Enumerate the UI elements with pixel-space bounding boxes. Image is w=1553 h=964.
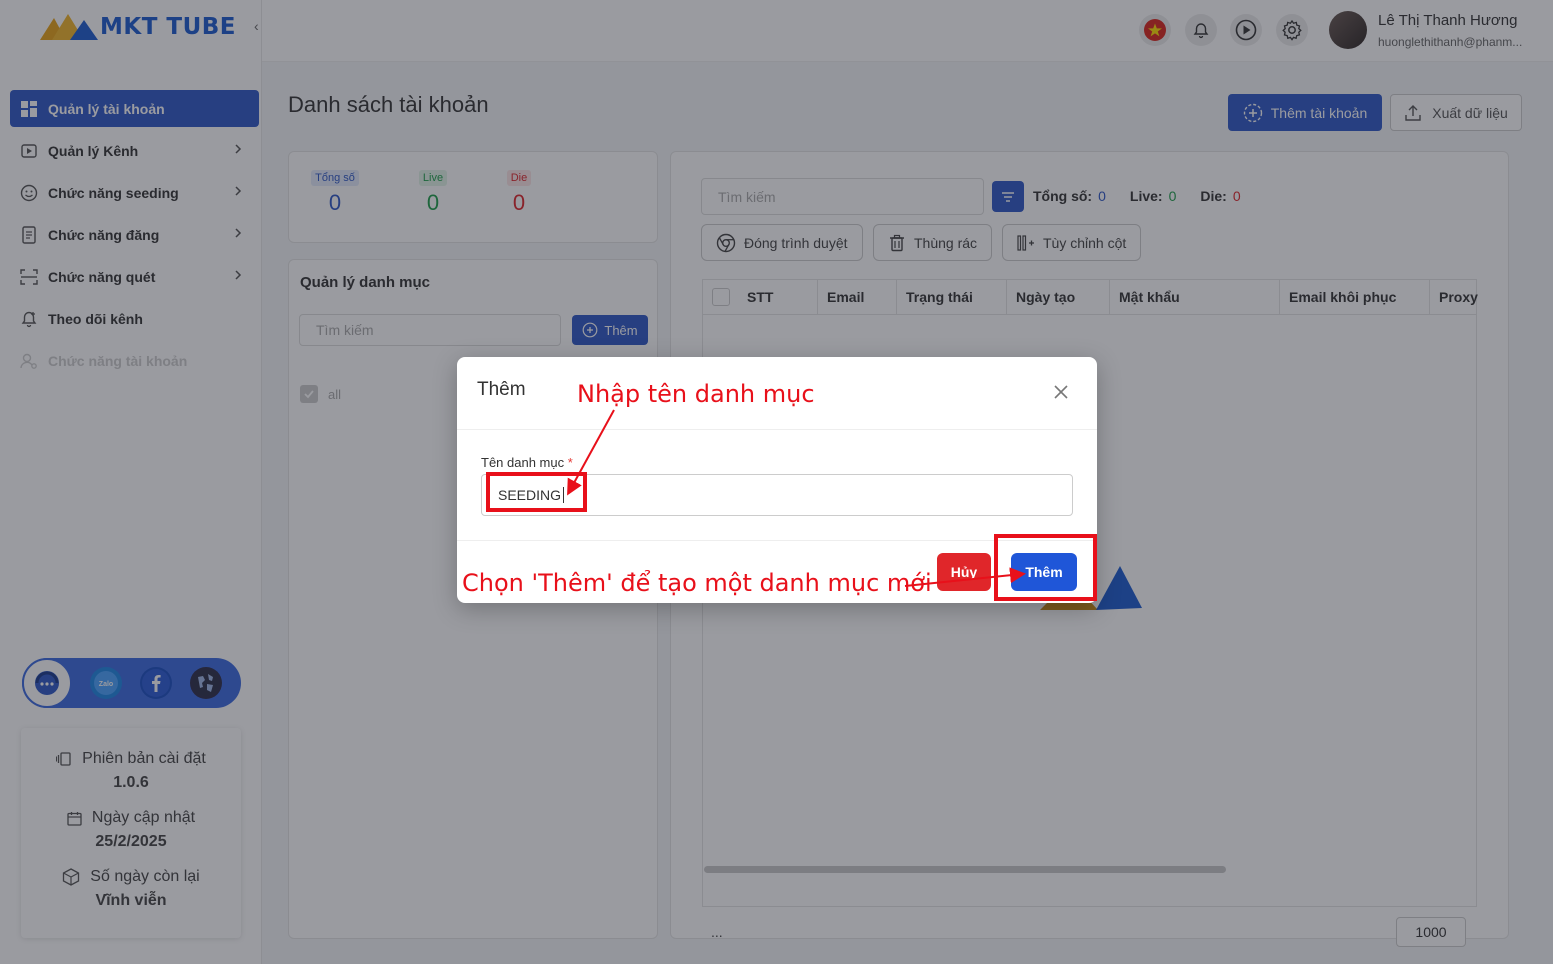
arrow-to-submit bbox=[904, 567, 1026, 587]
arrow-to-input bbox=[567, 409, 615, 496]
annotation-arrows bbox=[567, 409, 1026, 587]
